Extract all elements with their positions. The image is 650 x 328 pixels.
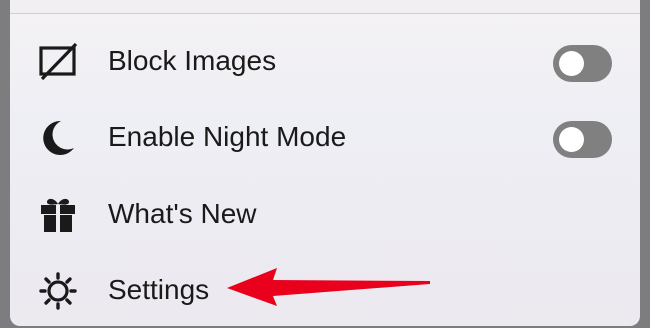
menu-item-whats-new[interactable]: What's New [10,176,640,252]
gift-icon [38,194,80,236]
red-arrow-annotation [227,268,430,306]
menu-item-night-mode[interactable]: Enable Night Mode [10,99,640,175]
menu-item-label: What's New [108,198,257,229]
moon-icon [38,117,80,159]
night-mode-toggle[interactable] [553,121,612,158]
menu-item-block-images[interactable]: Block Images [10,23,640,99]
image-off-icon [38,41,80,83]
menu-panel: Block Images Enable Night Mode What's Ne… [10,0,640,326]
menu-item-label: Block Images [108,45,277,76]
menu-item-label: Settings [108,274,210,305]
menu-item-label: Enable Night Mode [108,121,347,152]
block-images-toggle[interactable] [553,45,612,82]
gear-icon [38,270,80,312]
toggle-knob [559,51,584,76]
toggle-knob [559,127,584,152]
